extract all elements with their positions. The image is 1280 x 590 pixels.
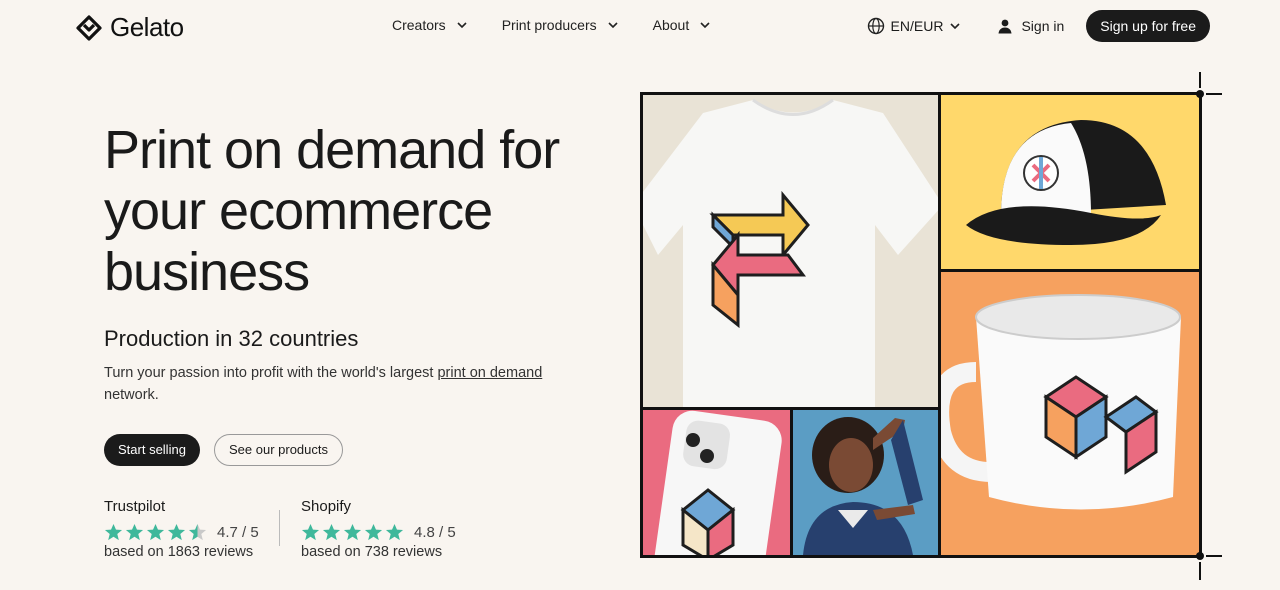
rating-reviews: based on 1863 reviews [104,544,254,560]
start-selling-button[interactable]: Start selling [104,434,200,466]
hero-subhead: Production in 32 countries [104,326,359,351]
print-on-demand-link[interactable]: print on demand [437,365,542,381]
tshirt-image [643,95,938,407]
star-icon [167,523,186,541]
nav-item-creators[interactable]: Creators [392,17,468,33]
crop-mark-icon [1196,72,1222,98]
hero-title: Print on demand for your ecommerce busin… [104,120,560,302]
star-icon [343,523,362,541]
cap-illustration [966,120,1166,245]
trustpilot-rating[interactable]: Trustpilot 4.7 / 5 based on 1863 reviews [104,498,259,560]
hero-description-text: Turn your passion into profit with the w… [104,365,438,381]
rating-row: 4.8 / 5 [301,523,456,542]
sign-in-link[interactable]: Sign in [997,18,1064,34]
phone-case-image [643,410,790,555]
sign-up-button[interactable]: Sign up for free [1086,10,1210,42]
tshirt-illustration [643,98,938,407]
shopify-rating[interactable]: Shopify 4.8 / 5 based on 738 reviews [301,498,456,560]
star-icon [125,523,144,541]
language-selector[interactable]: EN/EUR [867,17,962,35]
star-icon [146,523,165,541]
star-icon [322,523,341,541]
rating-score: 4.7 / 5 [217,524,259,541]
star-icon [301,523,320,541]
creator-illustration [803,417,923,555]
rating-source: Shopify [301,498,352,515]
rating-reviews: based on 738 reviews [301,544,443,560]
user-icon [998,19,1012,34]
star-rating [301,523,404,542]
chevron-down-icon [457,22,467,29]
cap-image [941,95,1199,269]
rating-divider [279,510,280,546]
nav-item-label: Print producers [501,17,597,33]
creator-photo [793,410,938,555]
star-icon [364,523,383,541]
star-icon [104,523,123,541]
brand-logo[interactable]: Gelato [76,12,184,43]
nav-item-label: About [652,17,690,33]
nav-item-print-producers[interactable]: Print producers [502,17,619,33]
language-label: EN/EUR [890,18,944,34]
hero-description-text-end: network. [104,387,159,403]
crop-mark-icon [1196,552,1222,580]
rating-row: 4.7 / 5 [104,523,259,542]
see-products-button[interactable]: See our products [214,434,344,466]
chevron-down-icon [700,22,710,29]
rating-score: 4.8 / 5 [414,524,456,541]
star-icon [385,523,404,541]
mug-image [941,272,1199,555]
gelato-logo-icon [76,14,102,41]
mug-illustration [941,294,1181,510]
globe-icon [867,17,884,35]
nav-actions: EN/EUR Sign in Sign up for free [867,10,1210,42]
product-collage [640,92,1202,558]
rating-source: Trustpilot [104,498,166,515]
main-menu: Creators Print producers About [392,17,745,33]
sign-in-label: Sign in [1021,18,1065,34]
top-nav: Gelato Creators Print producers About EN… [0,0,1280,52]
star-icon [188,523,207,541]
star-rating [104,523,207,542]
nav-item-about[interactable]: About [653,17,712,33]
chevron-down-icon [950,23,961,30]
chevron-down-icon [608,22,618,29]
phone-case-illustration [654,410,782,555]
brand-name: Gelato [110,12,184,42]
nav-item-label: Creators [392,17,446,33]
hero-description: Turn your passion into profit with the w… [104,362,564,406]
